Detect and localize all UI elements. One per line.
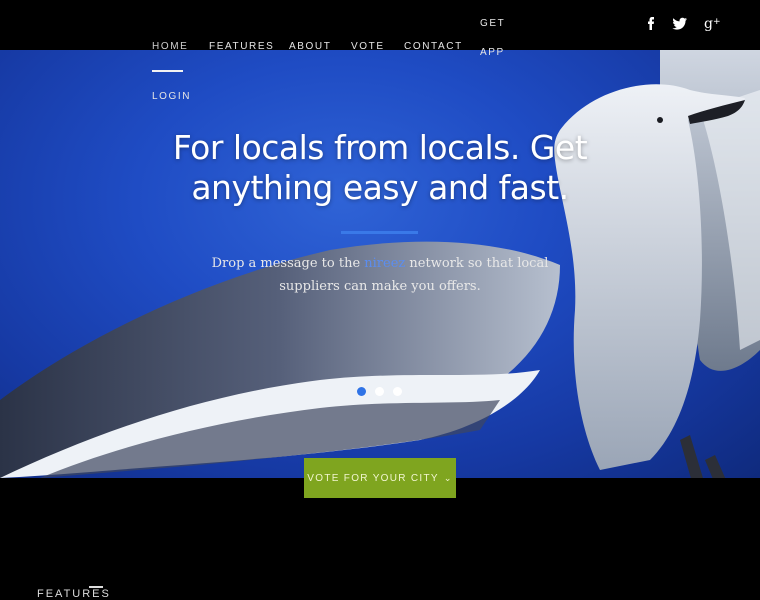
vote-for-your-city-button[interactable]: VOTE FOR YOUR CITY ⌄ [304,458,456,498]
svg-text:+: + [713,17,721,27]
nav-get-app-line2[interactable]: APP [480,47,505,58]
nav-login[interactable]: LOGIN [152,91,191,102]
nav-get-app-line1[interactable]: GET [480,18,505,29]
slider-dot-3[interactable] [393,387,402,396]
nav-active-underline [152,70,183,72]
chevron-down-icon: ⌄ [443,472,453,483]
twitter-icon[interactable] [671,14,689,32]
hero-slider: For locals from locals. Get anything eas… [0,50,760,478]
vote-button-label: VOTE FOR YOUR CITY [307,472,439,484]
google-plus-icon[interactable]: g + [703,14,721,32]
hero-title-line2: anything easy and fast. [191,168,569,207]
hero-subtitle-brand: nireez [364,256,406,271]
hero-subtitle-start: Drop a message to the [211,256,365,271]
hero-title: For locals from locals. Get anything eas… [0,128,760,208]
hero-divider [341,231,418,234]
features-heading: FEATURES [37,588,111,600]
slider-dot-2[interactable] [375,387,384,396]
nav-about[interactable]: ABOUT [289,41,331,52]
nav-contact[interactable]: CONTACT [404,41,463,52]
hero-subtitle: Drop a message to the nireez network so … [200,252,560,298]
nav-vote[interactable]: VOTE [351,41,385,52]
nav-features[interactable]: FEATURES [209,41,274,52]
slider-dot-1[interactable] [357,387,366,396]
svg-text:g: g [704,16,713,32]
facebook-icon[interactable] [642,14,660,32]
nav-home[interactable]: HOME [152,41,188,52]
hero-title-line1: For locals from locals. Get [172,128,588,167]
